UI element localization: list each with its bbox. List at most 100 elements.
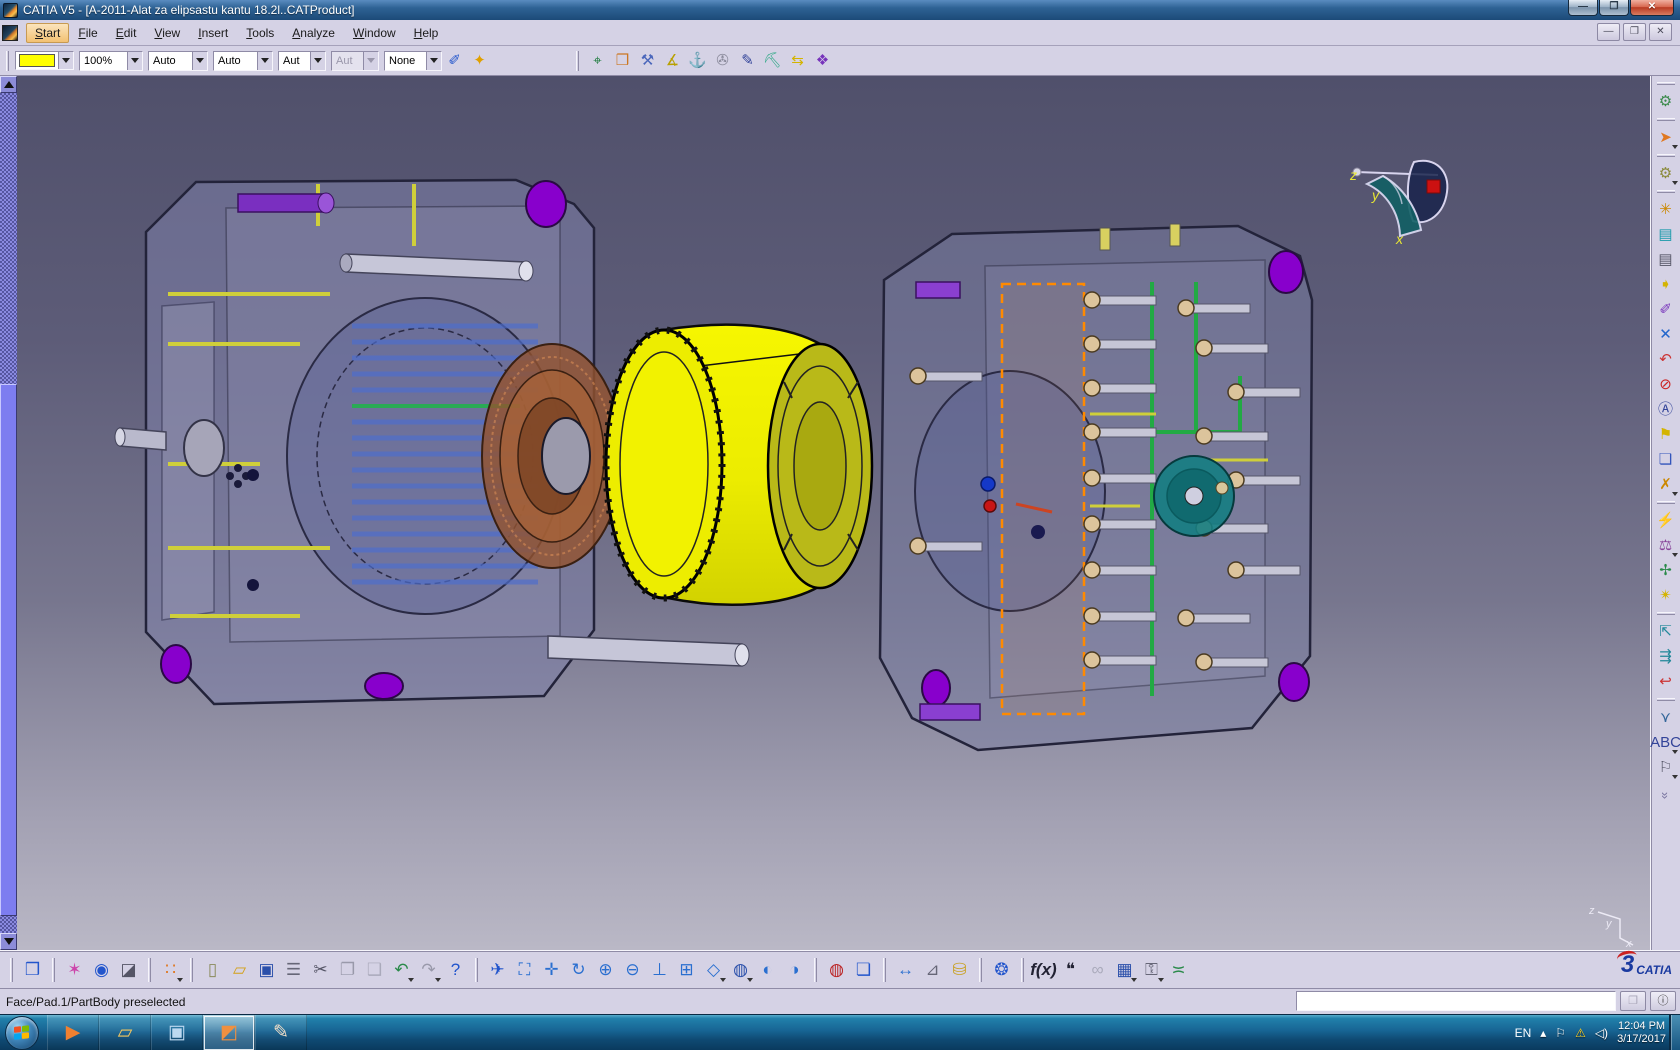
line-type-select[interactable]: Auto xyxy=(213,51,273,71)
toolbar-grip[interactable] xyxy=(475,958,478,982)
taskbar-remote-desktop[interactable]: ▣ xyxy=(151,1015,203,1050)
toolbar-grip[interactable] xyxy=(979,958,982,982)
view-compass[interactable]: z y x xyxy=(1349,161,1447,247)
toolbar-grip[interactable] xyxy=(883,958,886,982)
help-pointer-icon[interactable]: ? xyxy=(442,956,469,983)
hide-bulb-icon[interactable]: ⊘ xyxy=(1653,372,1679,397)
measure-protractor-icon[interactable]: ∡ xyxy=(660,48,685,73)
copy-icon[interactable]: ❐ xyxy=(334,956,361,983)
scroll-down-button[interactable] xyxy=(0,933,17,950)
measure-mass-icon[interactable]: ⛁ xyxy=(946,956,973,983)
guide-pillar-bottom[interactable] xyxy=(548,636,749,666)
pan-icon[interactable]: ✛ xyxy=(538,956,565,983)
titlebar[interactable]: CATIA V5 - [A-2011-Alat za elipsastu kan… xyxy=(0,0,1680,20)
normal-view-icon[interactable]: ⊥ xyxy=(646,956,673,983)
3d-viewport[interactable]: z y x z y x xyxy=(0,76,1650,950)
taskbar-media-player[interactable]: ▶ xyxy=(47,1015,99,1050)
doc-arrow-pen-icon[interactable]: ✐ xyxy=(1653,297,1679,322)
paperclip-icon[interactable]: ✇ xyxy=(710,48,735,73)
menu-item-start[interactable]: Start xyxy=(26,23,69,43)
print-icon[interactable]: ☰ xyxy=(280,956,307,983)
link-small-icon[interactable]: ∞ xyxy=(1084,956,1111,983)
lock-icon[interactable]: ⚿ xyxy=(1138,956,1165,983)
language-indicator[interactable]: EN xyxy=(1515,1026,1532,1040)
tray-volume-icon[interactable]: ◁) xyxy=(1595,1026,1608,1040)
mdi-close-button[interactable]: ✕ xyxy=(1649,23,1672,41)
show-desktop-button[interactable] xyxy=(1669,1015,1680,1050)
menu-item-analyze[interactable]: Analyze xyxy=(283,23,344,43)
toolbar-grip[interactable] xyxy=(1657,612,1675,615)
taskbar-explorer[interactable]: ▱ xyxy=(99,1015,151,1050)
rotate-icon[interactable]: ↻ xyxy=(565,956,592,983)
star-gears-icon[interactable]: ✳ xyxy=(1653,197,1679,222)
sparkle-explode-icon[interactable]: ✴ xyxy=(1653,583,1679,608)
simulation-gears-icon[interactable]: ⚙ xyxy=(1653,89,1679,114)
open-folder-icon[interactable]: ▱ xyxy=(226,956,253,983)
manipulate-cube-icon[interactable]: ⇱ xyxy=(1653,619,1679,644)
toolbar-grip[interactable] xyxy=(1657,118,1675,121)
measure-between-icon[interactable]: ↔ xyxy=(892,956,919,983)
render-globe-icon[interactable]: ◉ xyxy=(88,956,115,983)
design-table-icon[interactable]: ▦ xyxy=(1111,956,1138,983)
magic-wand-icon[interactable]: ✦ xyxy=(467,48,492,73)
constraint-x-icon[interactable]: ✗ xyxy=(1653,472,1679,497)
reset-list-icon[interactable]: ↩ xyxy=(1653,669,1679,694)
broken-link-icon[interactable]: ✕ xyxy=(1653,322,1679,347)
undo-icon[interactable]: ↶ xyxy=(388,956,415,983)
measure-inertia-icon[interactable]: ⚖ xyxy=(1653,533,1679,558)
toolbar-grip[interactable] xyxy=(52,958,55,982)
text-annotation-icon[interactable]: ABC xyxy=(1653,730,1679,755)
mold-half-right[interactable] xyxy=(880,224,1312,750)
toolbar-grip[interactable] xyxy=(10,958,13,982)
gear-select-icon[interactable]: ⚙ xyxy=(1653,161,1679,186)
menu-item-view[interactable]: View xyxy=(145,23,189,43)
scroll-up-button[interactable] xyxy=(0,76,17,93)
mouse-pointer-icon[interactable]: ⌖ xyxy=(585,48,610,73)
render-style-select[interactable]: Aut xyxy=(331,51,379,71)
clash-analysis-icon[interactable]: ⚡ xyxy=(1653,508,1679,533)
bucket-part[interactable] xyxy=(606,325,872,605)
swap-space-icon[interactable]: ◑ xyxy=(781,956,808,983)
taskbar-catia[interactable]: ◩ xyxy=(203,1015,255,1050)
toolbar-grip[interactable] xyxy=(1657,501,1675,504)
toolbar-grip[interactable] xyxy=(1657,154,1675,157)
point-style-select[interactable]: Aut xyxy=(278,51,326,71)
catalog-transfer-icon[interactable]: ❏ xyxy=(850,956,877,983)
library-book-icon[interactable]: ❒ xyxy=(19,956,46,983)
line-weight-select[interactable]: Auto xyxy=(148,51,208,71)
menu-item-tools[interactable]: Tools xyxy=(237,23,283,43)
toolbar-grip[interactable] xyxy=(148,958,151,982)
taskbar-clock[interactable]: 12:04 PM 3/17/2017 xyxy=(1617,1020,1666,1046)
swap-update-icon[interactable]: ⇆ xyxy=(785,48,810,73)
catalog-frame-icon[interactable]: ❏ xyxy=(1653,447,1679,472)
label-callout-icon[interactable]: ⚐ xyxy=(1653,755,1679,780)
tray-expand-icon[interactable]: ▴ xyxy=(1540,1026,1546,1040)
section-arrows-icon[interactable]: ⋎ xyxy=(1653,705,1679,730)
document-icon[interactable] xyxy=(2,25,18,41)
constraint-graph-icon[interactable]: ❖ xyxy=(810,48,835,73)
multi-view-icon[interactable]: ⊞ xyxy=(673,956,700,983)
mdi-restore-button[interactable]: ❐ xyxy=(1623,23,1646,41)
explode-icon[interactable]: ✢ xyxy=(1653,558,1679,583)
fly-mode-icon[interactable]: ✈ xyxy=(484,956,511,983)
zoom-out-icon[interactable]: ⊖ xyxy=(619,956,646,983)
measure-item-icon[interactable]: ⊿ xyxy=(919,956,946,983)
equivalent-dimensions-icon[interactable]: ≍ xyxy=(1165,956,1192,983)
c-clip-icon[interactable]: ❂ xyxy=(988,956,1015,983)
frame-a5-icon[interactable]: Ⓐ xyxy=(1653,397,1679,422)
expand-command-button[interactable]: ❐ xyxy=(1620,991,1646,1011)
menu-item-window[interactable]: Window xyxy=(344,23,405,43)
layer-select[interactable]: None xyxy=(384,51,442,71)
toolbar-grip[interactable] xyxy=(190,958,193,982)
doc-arrow-icon[interactable]: ➧ xyxy=(1653,272,1679,297)
knowledge-grid-icon[interactable]: ∷ xyxy=(157,956,184,983)
snap-list-icon[interactable]: ⇶ xyxy=(1653,644,1679,669)
menu-item-help[interactable]: Help xyxy=(405,23,448,43)
iso-view-icon[interactable]: ◇ xyxy=(700,956,727,983)
toolbar-grip[interactable] xyxy=(1021,958,1024,982)
menu-item-insert[interactable]: Insert xyxy=(189,23,237,43)
chevron-down-icon[interactable] xyxy=(58,52,73,69)
more-tools-chevron[interactable]: » xyxy=(1658,792,1673,799)
zoom-in-icon[interactable]: ⊕ xyxy=(592,956,619,983)
anchor-icon[interactable]: ⚓ xyxy=(685,48,710,73)
